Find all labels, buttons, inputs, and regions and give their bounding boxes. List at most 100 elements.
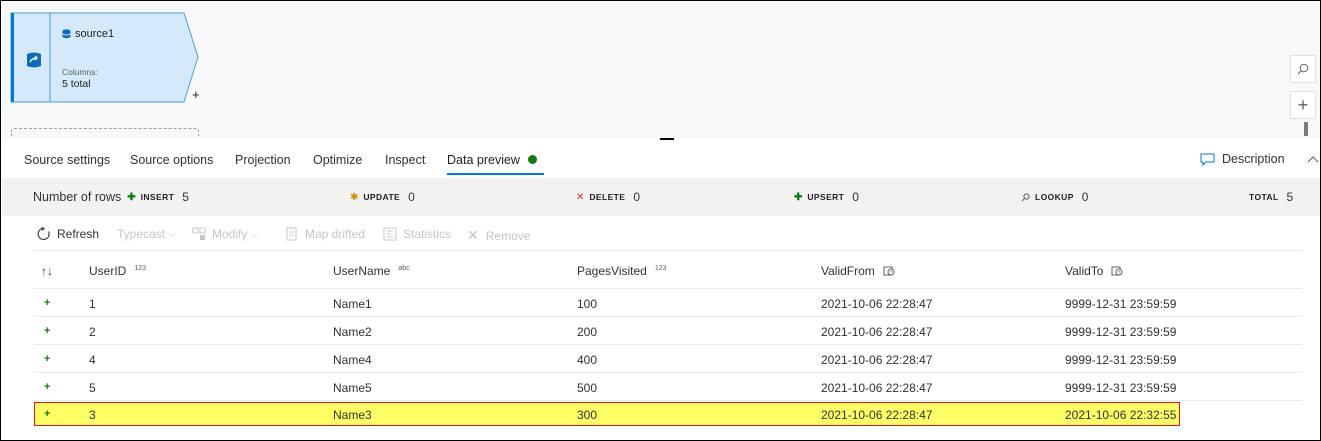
cell-userid: 3 <box>89 408 96 422</box>
zoom-in-button[interactable]: + <box>1290 91 1316 119</box>
typecast-button[interactable]: Typecast ⌵ <box>117 227 176 241</box>
insert-icon: ✚ <box>127 191 136 203</box>
column-header-userid[interactable]: UserID 123 <box>89 264 146 278</box>
close-icon: ✕ <box>467 227 479 243</box>
cell-username: Name5 <box>333 381 372 395</box>
tab-source-settings[interactable]: Source settings <box>24 153 110 167</box>
columns-value: 5 total <box>62 78 91 90</box>
cell-username: Name3 <box>333 408 372 422</box>
map-drifted-label: Map drifted <box>305 227 366 241</box>
insert-label: INSERT <box>140 192 175 202</box>
column-name: ValidTo <box>1065 264 1104 278</box>
source-node[interactable]: source1 Columns: 5 total <box>10 12 200 103</box>
insert-count: 5 <box>182 190 189 204</box>
insert-row-icon: + <box>44 297 51 309</box>
cell-validfrom: 2021-10-06 22:28:47 <box>821 353 933 367</box>
add-source-placeholder[interactable] <box>11 128 199 136</box>
status-dot-icon <box>527 155 537 165</box>
delete-count: 0 <box>633 190 641 204</box>
modify-icon <box>192 227 206 240</box>
insert-row-icon: + <box>44 353 51 365</box>
source-node-name: source1 <box>75 28 115 40</box>
cell-validto: 2021-10-06 22:32:55 <box>1065 408 1177 422</box>
lookup-label: LOOKUP <box>1035 192 1074 202</box>
column-header-username[interactable]: UserName abc <box>333 264 410 278</box>
dataflow-canvas[interactable]: source1 Columns: 5 total + + <box>2 2 1320 138</box>
active-tab-indicator <box>447 173 544 175</box>
source-icon <box>24 50 44 70</box>
modify-button[interactable]: Modify ⌵ <box>192 227 258 241</box>
data-preview-grid: ↑↓ UserID 123 UserName abc PagesVisited … <box>34 252 1302 426</box>
stat-insert: Number of rows ✚ INSERT 5 <box>33 190 189 204</box>
cell-pagesvisited: 100 <box>577 297 598 311</box>
column-name: UserID <box>89 264 127 278</box>
column-header-validfrom[interactable]: ValidFrom <box>821 264 895 278</box>
search-icon <box>1297 63 1309 75</box>
remove-label: Remove <box>485 228 531 243</box>
tab-optimize[interactable]: Optimize <box>313 153 362 167</box>
tab-source-options[interactable]: Source options <box>130 153 213 167</box>
canvas-scrollbar[interactable] <box>1304 122 1308 136</box>
cell-userid: 2 <box>89 325 96 339</box>
upsert-count: 0 <box>852 190 859 204</box>
stat-update: ✱ UPDATE 0 <box>350 190 415 204</box>
table-row[interactable]: + 1 Name1 100 2021-10-06 22:28:47 9999-1… <box>34 289 1302 317</box>
stat-total: TOTAL 5 <box>1249 190 1293 204</box>
table-row[interactable]: + 5 Name5 500 2021-10-06 22:28:47 9999-1… <box>34 373 1302 401</box>
datetime-icon <box>883 266 895 276</box>
columns-label: Columns: <box>62 67 98 77</box>
refresh-label: Refresh <box>57 227 100 241</box>
total-count: 5 <box>1286 190 1294 204</box>
table-row[interactable]: + 2 Name2 200 2021-10-06 22:28:47 9999-1… <box>34 317 1302 345</box>
stat-lookup: LOOKUP 0 <box>1021 190 1088 204</box>
insert-row-icon: + <box>44 408 51 420</box>
table-row[interactable]: + 4 Name4 400 2021-10-06 22:28:47 9999-1… <box>34 345 1302 373</box>
column-header-validto[interactable]: ValidTo <box>1065 264 1123 278</box>
rows-label: Number of rows <box>33 190 122 204</box>
source-node-title: source1 <box>62 28 114 40</box>
total-label: TOTAL <box>1249 192 1279 202</box>
add-transform-button[interactable]: + <box>192 87 200 102</box>
statistics-button[interactable]: Statistics <box>383 227 451 241</box>
remove-button[interactable]: ✕ Remove <box>467 227 530 244</box>
map-drifted-button[interactable]: Map drifted <box>285 227 365 241</box>
cell-validfrom: 2021-10-06 22:28:47 <box>821 325 933 339</box>
cell-username: Name4 <box>333 353 372 367</box>
cell-username: Name1 <box>333 297 372 311</box>
stat-delete: ✕ DELETE 0 <box>576 190 640 204</box>
statistics-icon <box>383 227 397 241</box>
cell-validto: 9999-12-31 23:59:59 <box>1065 381 1177 395</box>
tab-inspect[interactable]: Inspect <box>385 153 425 167</box>
column-header-pagesvisited[interactable]: PagesVisited 123 <box>577 264 667 278</box>
row-stats-bar: Number of rows ✚ INSERT 5 ✱ UPDATE 0 ✕ D… <box>2 178 1320 216</box>
canvas-search-button[interactable] <box>1290 55 1316 83</box>
cell-validto: 9999-12-31 23:59:59 <box>1065 325 1177 339</box>
cell-userid: 4 <box>89 353 96 367</box>
map-drifted-icon <box>286 227 297 241</box>
collapse-panel-button[interactable] <box>1307 152 1319 166</box>
number-type-icon: 123 <box>654 264 667 272</box>
refresh-button[interactable]: Refresh <box>37 227 99 241</box>
panel-splitter[interactable] <box>660 138 674 140</box>
upsert-icon: ✚ <box>794 191 803 203</box>
update-icon: ✱ <box>350 191 359 203</box>
chevron-down-icon: ⌵ <box>169 228 176 239</box>
highlighted-table-row[interactable]: + 3 Name3 300 2021-10-06 22:28:47 2021-1… <box>34 402 1180 426</box>
chevron-down-icon: ⌵ <box>251 228 259 239</box>
upsert-label: UPSERT <box>807 192 845 202</box>
delete-label: DELETE <box>589 192 626 202</box>
lookup-count: 0 <box>1081 190 1089 204</box>
tab-data-preview[interactable]: Data preview <box>447 153 537 167</box>
tab-projection[interactable]: Projection <box>235 153 291 167</box>
insert-row-icon: + <box>44 381 51 393</box>
description-button[interactable]: Description <box>1200 152 1285 166</box>
column-name: PagesVisited <box>577 264 647 278</box>
sort-icon[interactable]: ↑↓ <box>41 264 53 278</box>
refresh-icon <box>37 227 50 241</box>
cell-pagesvisited: 400 <box>577 353 598 367</box>
settings-tabs: Source settings Source options Projectio… <box>2 141 1320 177</box>
cell-validfrom: 2021-10-06 22:28:47 <box>821 408 933 422</box>
number-type-icon: 123 <box>134 264 147 272</box>
cell-pagesvisited: 500 <box>577 381 598 395</box>
preview-toolbar: Refresh Typecast ⌵ Modify ⌵ Map drifted <box>34 218 1302 251</box>
